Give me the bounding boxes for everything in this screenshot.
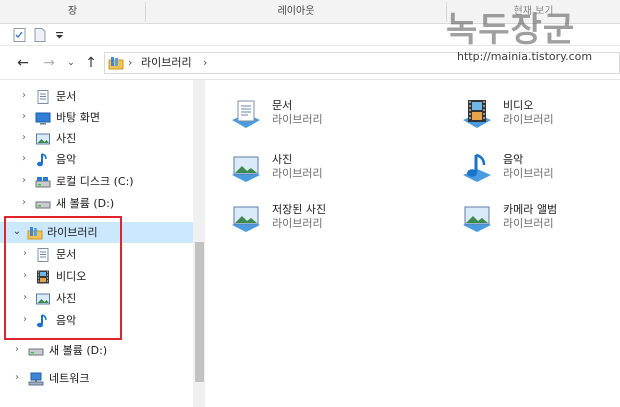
watermark-title: 녹두장군 (446, 10, 576, 50)
expand-chevron-icon[interactable]: › (12, 372, 22, 384)
drive-icon (28, 343, 44, 359)
library-type: 라이브러리 (272, 113, 323, 126)
library-type: 라이브러리 (272, 217, 323, 230)
local-disk-icon (35, 174, 51, 190)
video-library-icon (461, 98, 493, 130)
desktop-icon (35, 110, 51, 126)
breadcrumb-libraries[interactable]: 라이브러리 (141, 55, 192, 71)
highlight-annotation (4, 216, 122, 340)
pictures-icon (35, 131, 51, 147)
library-item-saved-pictures[interactable]: 저장된 사진 라이브러리 (230, 200, 410, 244)
library-item-pictures[interactable]: 사진 라이브러리 (230, 150, 410, 194)
library-item-music[interactable]: 음악 라이브러리 (461, 150, 620, 194)
tree-item-documents[interactable]: › 문서 (0, 86, 193, 107)
expand-chevron-icon[interactable]: › (19, 153, 29, 165)
tree-item-label: 문서 (56, 90, 77, 103)
library-item-videos[interactable]: 비디오 라이브러리 (461, 96, 620, 140)
breadcrumb-separator[interactable]: › (128, 55, 132, 71)
tree-item-label: 새 볼륨 (D:) (56, 197, 115, 210)
back-button[interactable]: ← (14, 54, 32, 72)
music-library-icon (461, 152, 493, 184)
library-type: 라이브러리 (503, 113, 554, 126)
tree-item-pictures[interactable]: › 사진 (0, 128, 193, 149)
saved-pictures-library-icon (230, 202, 262, 234)
document-icon (35, 89, 51, 105)
music-icon (35, 152, 51, 168)
expand-chevron-icon[interactable]: › (19, 111, 29, 123)
camera-roll-library-icon (461, 202, 493, 234)
library-name: 사진 (272, 153, 293, 166)
expand-chevron-icon[interactable]: › (19, 90, 29, 102)
new-folder-icon[interactable] (32, 27, 48, 43)
library-name: 저장된 사진 (272, 203, 327, 216)
tree-item-label: 바탕 화면 (56, 111, 100, 124)
ribbon-tab-layout[interactable]: 레이아웃 (146, 0, 446, 24)
tree-item-label: 음악 (56, 153, 77, 166)
library-type: 라이브러리 (503, 217, 554, 230)
tree-item-label: 새 볼륨 (D:) (49, 344, 108, 357)
watermark-url: http://mainia.tistory.com (457, 50, 593, 63)
expand-chevron-icon[interactable]: › (12, 344, 22, 356)
forward-button[interactable]: → (40, 54, 58, 72)
up-button[interactable]: ↑ (82, 54, 100, 72)
library-name: 문서 (272, 99, 293, 112)
ribbon-tab-home[interactable]: 장 (0, 0, 145, 24)
tree-item-label: 네트워크 (49, 372, 90, 385)
expand-chevron-icon[interactable]: › (19, 132, 29, 144)
expand-chevron-icon[interactable]: › (19, 197, 29, 209)
network-icon (28, 371, 44, 387)
library-name: 비디오 (503, 99, 534, 112)
tree-item-label: 로컬 디스크 (C:) (56, 175, 134, 188)
recent-locations-dropdown[interactable]: ⌄ (62, 54, 80, 72)
tree-item-music[interactable]: › 음악 (0, 149, 193, 170)
tree-item-new-volume-d[interactable]: › 새 볼륨 (D:) (0, 193, 193, 214)
tree-item-network[interactable]: › 네트워크 (0, 368, 193, 389)
customize-toolbar-icon[interactable] (52, 27, 68, 43)
library-name: 카메라 앨범 (503, 203, 558, 216)
properties-icon[interactable] (12, 27, 28, 43)
library-type: 라이브러리 (272, 167, 323, 180)
document-library-icon (230, 98, 262, 130)
drive-icon (35, 196, 51, 212)
library-type: 라이브러리 (503, 167, 554, 180)
library-icon (108, 55, 124, 71)
pictures-library-icon (230, 152, 262, 184)
expand-chevron-icon[interactable]: › (19, 175, 29, 187)
tree-item-label: 사진 (56, 132, 77, 145)
library-item-documents[interactable]: 문서 라이브러리 (230, 96, 410, 140)
library-name: 음악 (503, 153, 524, 166)
library-item-camera-roll[interactable]: 카메라 앨범 라이브러리 (461, 200, 620, 244)
tree-item-local-disk-c[interactable]: › 로컬 디스크 (C:) (0, 171, 193, 192)
content-pane: 문서 라이브러리 비디오 라이브러리 사진 라이브러리 음악 라이브러리 저장된… (206, 80, 620, 407)
breadcrumb-separator[interactable]: › (203, 55, 207, 71)
tree-item-new-volume-d[interactable]: › 새 볼륨 (D:) (0, 340, 193, 361)
tree-item-desktop[interactable]: › 바탕 화면 (0, 107, 193, 128)
nav-pane-scroll-thumb[interactable] (195, 242, 204, 382)
